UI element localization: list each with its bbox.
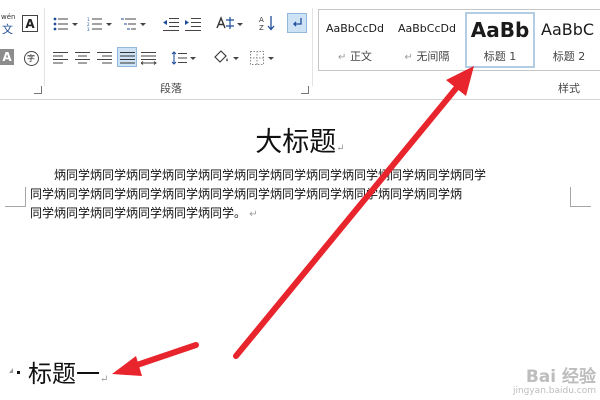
style-heading-1[interactable]: AaBb 标题 1 <box>465 12 535 68</box>
chevron-down-icon[interactable] <box>106 23 112 26</box>
group-separator <box>44 8 45 86</box>
multilevel-list-icon[interactable] <box>120 15 138 33</box>
watermark-logo-text: Bai 经验 <box>525 367 596 387</box>
style-sample: AaBbC <box>541 20 595 39</box>
align-center-icon[interactable] <box>74 49 92 67</box>
ribbon: wén 文 A A 字 123 AZ 段落 AaBbCcDd ↵ 正文 AaBb… <box>0 0 600 100</box>
paragraph-line: 炳同学炳同学炳同学炳同学炳同学炳同学炳同学炳同学炳同学炳同学炳同学炳同学 <box>54 168 487 182</box>
character-shading-glyph: A <box>2 50 12 64</box>
style-normal[interactable]: AaBbCcDd ↵ 正文 <box>321 12 389 68</box>
shading-icon[interactable] <box>212 48 230 66</box>
chevron-down-icon[interactable] <box>237 23 243 26</box>
style-name: ↵ 正文 <box>338 50 372 63</box>
crop-mark-top-right <box>570 187 591 207</box>
style-no-spacing[interactable]: AaBbCcDd ↵ 无间隔 <box>391 12 463 68</box>
svg-text:Z: Z <box>259 24 264 31</box>
align-left-icon[interactable] <box>52 49 70 67</box>
align-right-icon[interactable] <box>96 49 114 67</box>
group-separator <box>312 8 313 86</box>
phonetic-guide-button[interactable]: wén 文 <box>0 13 18 36</box>
crop-mark-top-left <box>5 187 26 207</box>
paragraph-line: 同学炳同学炳同学炳同学炳同学炳同学。 ↵ <box>30 206 258 220</box>
watermark: Bai 经验 jingyan.baidu.com <box>513 368 596 396</box>
watermark-url: jingyan.baidu.com <box>512 386 596 396</box>
chevron-down-icon[interactable] <box>72 23 78 26</box>
styles-group-label: 样式 <box>558 82 580 95</box>
style-sample: AaBb <box>470 18 530 42</box>
svg-text:A: A <box>259 16 264 24</box>
styles-gallery: AaBbCcDd ↵ 正文 AaBbCcDd ↵ 无间隔 AaBb 标题 1 A… <box>318 9 600 71</box>
show-formatting-marks-icon[interactable] <box>287 13 307 33</box>
document-title[interactable]: 大标题↵ <box>0 126 600 166</box>
style-heading-2[interactable]: AaBbC 标题 2 <box>537 12 600 68</box>
phonetic-guide-char: 文 <box>2 23 13 36</box>
character-border-button[interactable]: A <box>22 15 38 32</box>
style-name: ↵ 无间隔 <box>404 50 450 63</box>
numbering-icon[interactable]: 123 <box>86 15 104 33</box>
sort-icon[interactable]: AZ <box>258 14 276 32</box>
heading-1-text[interactable]: 标题一↵ <box>28 358 108 396</box>
collapse-heading-icon[interactable] <box>9 368 13 373</box>
paragraph-group-label: 段落 <box>160 82 182 95</box>
enclose-characters-glyph: 字 <box>27 53 35 63</box>
font-dialog-launcher-icon[interactable] <box>34 86 42 94</box>
chevron-down-icon[interactable] <box>268 57 274 60</box>
character-border-glyph: A <box>25 16 35 31</box>
style-name: 标题 1 <box>483 50 517 63</box>
bullets-icon[interactable] <box>52 15 70 33</box>
distributed-icon[interactable] <box>140 49 158 67</box>
increase-indent-icon[interactable] <box>184 15 202 33</box>
heading-marker-icon <box>17 371 20 374</box>
phonetic-guide-pinyin: wén <box>1 13 16 21</box>
style-sample: AaBbCcDd <box>326 22 384 35</box>
paragraph-dialog-launcher-icon[interactable] <box>301 86 309 94</box>
style-sample: AaBbCcDd <box>398 22 456 35</box>
svg-text:3: 3 <box>87 27 90 31</box>
justify-icon[interactable] <box>117 47 137 67</box>
line-spacing-icon[interactable] <box>170 49 188 67</box>
chevron-down-icon[interactable] <box>190 57 196 60</box>
body-paragraph[interactable]: 炳同学炳同学炳同学炳同学炳同学炳同学炳同学炳同学炳同学炳同学炳同学炳同学 同学炳… <box>30 166 568 224</box>
chinese-layout-icon[interactable] <box>214 14 236 32</box>
decrease-indent-icon[interactable] <box>162 15 180 33</box>
enclose-characters-button[interactable]: 字 <box>22 49 40 67</box>
chevron-down-icon[interactable] <box>233 57 239 60</box>
style-name: 标题 2 <box>552 50 586 63</box>
character-shading-button[interactable]: A <box>0 49 14 65</box>
paragraph-line: 同学炳同学炳同学炳同学炳同学炳同学炳同学炳同学炳同学炳同学炳同学炳同学炳 <box>30 187 463 201</box>
borders-icon[interactable] <box>248 49 266 67</box>
chevron-down-icon[interactable] <box>140 23 146 26</box>
